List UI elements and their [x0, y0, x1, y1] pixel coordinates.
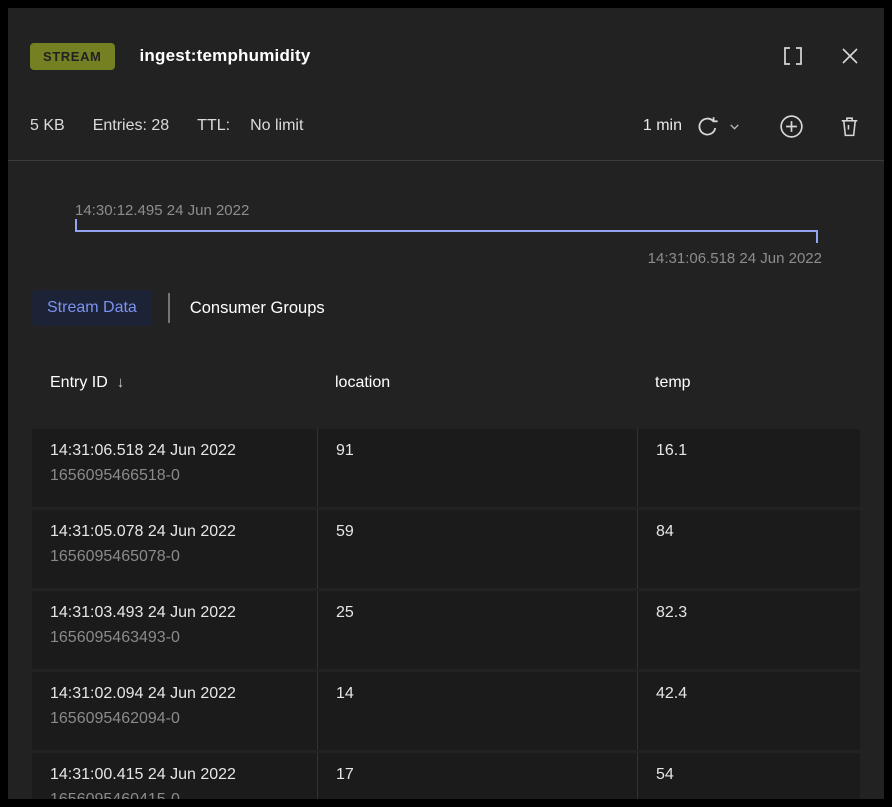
entry-id: 1656095465078-0: [50, 548, 317, 566]
key-controls: 1 min: [643, 113, 862, 140]
entry-id: 1656095463493-0: [50, 629, 317, 647]
entry-id-cell: 14:31:00.415 24 Jun 2022 1656095460415-0: [32, 753, 317, 799]
key-header: STREAM ingest:temphumidity: [30, 40, 862, 72]
location-cell[interactable]: 17: [317, 753, 637, 799]
tab-divider: [168, 293, 170, 323]
timeline-end-label: 14:31:06.518 24 Jun 2022: [648, 250, 822, 267]
key-details-panel: STREAM ingest:temphumidity 5 KB En: [8, 8, 884, 799]
trash-icon: [837, 114, 862, 139]
stream-body: 14:30:12.495 24 Jun 2022 14:31:06.518 24…: [8, 161, 884, 799]
temp-cell[interactable]: 42.4: [637, 672, 860, 750]
plus-circle-icon: [778, 113, 805, 140]
delete-key-button[interactable]: [837, 114, 862, 139]
entry-id: 1656095462094-0: [50, 710, 317, 728]
table-row[interactable]: 14:31:02.094 24 Jun 2022 1656095462094-0…: [32, 672, 860, 750]
entry-timestamp: 14:31:02.094 24 Jun 2022: [50, 685, 317, 703]
table-row[interactable]: 14:31:05.078 24 Jun 2022 1656095465078-0…: [32, 510, 860, 588]
column-header-entry-id[interactable]: Entry ID ↓: [32, 357, 317, 429]
entry-timestamp: 14:31:05.078 24 Jun 2022: [50, 523, 317, 541]
entry-timestamp: 14:31:03.493 24 Jun 2022: [50, 604, 317, 622]
fullscreen-button[interactable]: [780, 43, 806, 69]
column-header-location: location: [317, 357, 637, 429]
location-cell[interactable]: 25: [317, 591, 637, 669]
table-row[interactable]: 14:31:00.415 24 Jun 2022 1656095460415-0…: [32, 753, 860, 799]
chevron-down-icon: [727, 119, 742, 134]
column-header-entry-id-label: Entry ID: [50, 374, 108, 391]
ttl-value[interactable]: No limit: [250, 117, 303, 135]
close-icon: [838, 44, 862, 68]
tab-stream-data[interactable]: Stream Data: [32, 290, 152, 326]
entry-id-cell: 14:31:06.518 24 Jun 2022 1656095466518-0: [32, 429, 317, 507]
location-cell[interactable]: 59: [317, 510, 637, 588]
entry-id-cell: 14:31:05.078 24 Jun 2022 1656095465078-0: [32, 510, 317, 588]
close-button[interactable]: [838, 44, 862, 68]
stream-tabs: Stream Data Consumer Groups: [32, 288, 325, 328]
temp-cell[interactable]: 54: [637, 753, 860, 799]
sort-desc-icon: ↓: [117, 374, 125, 391]
refresh-interval-label: 1 min: [643, 117, 682, 135]
temp-cell[interactable]: 16.1: [637, 429, 860, 507]
table-row[interactable]: 14:31:03.493 24 Jun 2022 1656095463493-0…: [32, 591, 860, 669]
entry-timestamp: 14:31:06.518 24 Jun 2022: [50, 442, 317, 460]
key-size: 5 KB: [30, 117, 65, 135]
temp-cell[interactable]: 84: [637, 510, 860, 588]
refresh-settings-button[interactable]: [727, 119, 742, 134]
add-entry-button[interactable]: [778, 113, 805, 140]
table-header-row: Entry ID ↓ location temp: [32, 357, 860, 429]
key-type-badge: STREAM: [30, 43, 115, 70]
ttl-label: TTL:: [197, 117, 230, 135]
entry-id-cell: 14:31:02.094 24 Jun 2022 1656095462094-0: [32, 672, 317, 750]
entry-id: 1656095460415-0: [50, 791, 317, 799]
title-actions: [780, 43, 862, 69]
key-entries-count: Entries: 28: [93, 117, 169, 135]
entry-timestamp: 14:31:00.415 24 Jun 2022: [50, 766, 317, 784]
refresh-button[interactable]: [694, 113, 721, 140]
entry-id-cell: 14:31:03.493 24 Jun 2022 1656095463493-0: [32, 591, 317, 669]
timeline-start-label: 14:30:12.495 24 Jun 2022: [75, 202, 249, 219]
table-row[interactable]: 14:31:06.518 24 Jun 2022 1656095466518-0…: [32, 429, 860, 507]
key-name: ingest:temphumidity: [140, 46, 311, 66]
temp-cell[interactable]: 82.3: [637, 591, 860, 669]
tab-consumer-groups[interactable]: Consumer Groups: [190, 299, 325, 318]
column-header-temp: temp: [637, 357, 860, 429]
refresh-icon: [694, 113, 721, 140]
timeline-range-slider[interactable]: [75, 230, 818, 232]
location-cell[interactable]: 14: [317, 672, 637, 750]
location-cell[interactable]: 91: [317, 429, 637, 507]
stream-entries-table: Entry ID ↓ location temp 14:31:06.518 24 …: [32, 357, 860, 799]
key-meta-row: 5 KB Entries: 28 TTL: No limit 1 min: [30, 111, 862, 141]
fullscreen-icon: [780, 43, 806, 69]
entry-id: 1656095466518-0: [50, 467, 317, 485]
